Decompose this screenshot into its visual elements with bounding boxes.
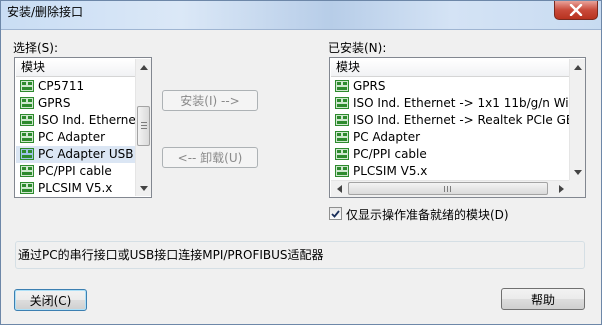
module-icon [335, 130, 349, 143]
installed-horizontal-scrollbar[interactable] [331, 180, 569, 197]
scroll-corner [569, 180, 585, 197]
list-item[interactable]: PLCSIM V5.x [16, 180, 135, 197]
installed-label: 已安装(N): [328, 41, 387, 55]
available-modules-list[interactable]: 模块 CP5711 GPRS ISO Ind. Ethernet PC Adapter… [14, 57, 152, 198]
list-item[interactable]: PLCSIM V5.x [331, 163, 569, 180]
module-icon [20, 181, 34, 194]
list-item[interactable]: GPRS [331, 78, 569, 95]
list-item-label: PLCSIM V5.x [38, 181, 113, 195]
module-icon [20, 130, 34, 143]
installed-header[interactable]: 模块 [331, 59, 569, 77]
list-item[interactable]: PC/PPI cable [331, 146, 569, 163]
module-icon [20, 164, 34, 177]
scroll-down-arrow-icon[interactable] [570, 164, 585, 180]
available-scroll-thumb[interactable] [137, 106, 150, 146]
only-ready-label[interactable]: 仅显示操作准备就绪的模块(D) [346, 206, 509, 223]
list-item-label: PC/PPI cable [38, 164, 112, 178]
install-button[interactable]: 安装(I) --> [162, 90, 258, 111]
installed-hscroll-thumb[interactable] [348, 182, 548, 195]
list-item-label: PC Adapter [353, 130, 421, 144]
installed-vertical-scrollbar[interactable] [569, 59, 585, 180]
list-item-label: PC Adapter USB A2 [38, 147, 135, 161]
list-item[interactable]: ISO Ind. Ethernet -> 1x1 11b/g/n Wireles… [331, 95, 569, 112]
scroll-down-arrow-icon[interactable] [136, 180, 151, 196]
list-item-label: PC Adapter [38, 130, 106, 144]
title-bar: 安装/删除接口 [1, 1, 601, 30]
scroll-up-arrow-icon[interactable] [136, 59, 151, 75]
window-title: 安装/删除接口 [7, 5, 84, 19]
scroll-left-arrow-icon[interactable] [331, 181, 347, 197]
available-header[interactable]: 模块 [16, 59, 135, 77]
only-ready-checkbox[interactable] [329, 207, 342, 220]
list-item-label: CP5711 [38, 79, 85, 93]
module-icon [335, 164, 349, 177]
list-item[interactable]: PC/PPI cable [16, 163, 135, 180]
list-item[interactable]: PC Adapter [331, 129, 569, 146]
list-item-label: ISO Ind. Ethernet [38, 113, 135, 127]
uninstall-button[interactable]: <-- 卸载(U) [162, 147, 258, 168]
module-icon [335, 79, 349, 92]
help-button[interactable]: 帮助 [501, 288, 585, 310]
list-item-label: GPRS [353, 79, 386, 93]
list-item[interactable]: ISO Ind. Ethernet [16, 112, 135, 129]
list-item[interactable]: PC Adapter USB A2 [16, 146, 135, 163]
module-icon [335, 147, 349, 160]
description-box: 通过PC的串行接口或USB接口连接MPI/PROFIBUS适配器 [15, 241, 585, 269]
scroll-right-arrow-icon[interactable] [553, 181, 569, 197]
description-text: 通过PC的串行接口或USB接口连接MPI/PROFIBUS适配器 [18, 248, 324, 262]
install-remove-interface-dialog: 安装/删除接口 选择(S): 模块 CP5711 GPRS ISO Ind. Eth… [0, 0, 602, 325]
list-item-label: PC/PPI cable [353, 147, 427, 161]
list-item-label: PLCSIM V5.x [353, 164, 428, 178]
module-icon [335, 113, 349, 126]
list-item[interactable]: CP5711 [16, 78, 135, 95]
checkmark-icon [331, 209, 340, 218]
available-vertical-scrollbar[interactable] [135, 59, 151, 196]
module-icon [20, 147, 34, 160]
list-item[interactable]: GPRS [16, 95, 135, 112]
module-icon [20, 79, 34, 92]
available-label: 选择(S): [13, 41, 59, 55]
list-item-label: ISO Ind. Ethernet -> Realtek PCIe GBE Fa… [353, 113, 569, 127]
list-item[interactable]: PC Adapter [16, 129, 135, 146]
list-item-label: GPRS [38, 96, 71, 110]
scroll-up-arrow-icon[interactable] [570, 59, 585, 75]
module-icon [20, 96, 34, 109]
list-item[interactable]: ISO Ind. Ethernet -> Realtek PCIe GBE Fa… [331, 112, 569, 129]
close-x-icon [569, 4, 583, 16]
installed-modules-list[interactable]: 模块 GPRS ISO Ind. Ethernet -> 1x1 11b/g/n … [329, 57, 586, 198]
module-icon [20, 113, 34, 126]
list-item-label: ISO Ind. Ethernet -> 1x1 11b/g/n Wireles… [353, 96, 569, 110]
close-button[interactable]: 关闭(C) [14, 289, 87, 311]
window-close-button[interactable] [554, 1, 598, 20]
module-icon [335, 96, 349, 109]
